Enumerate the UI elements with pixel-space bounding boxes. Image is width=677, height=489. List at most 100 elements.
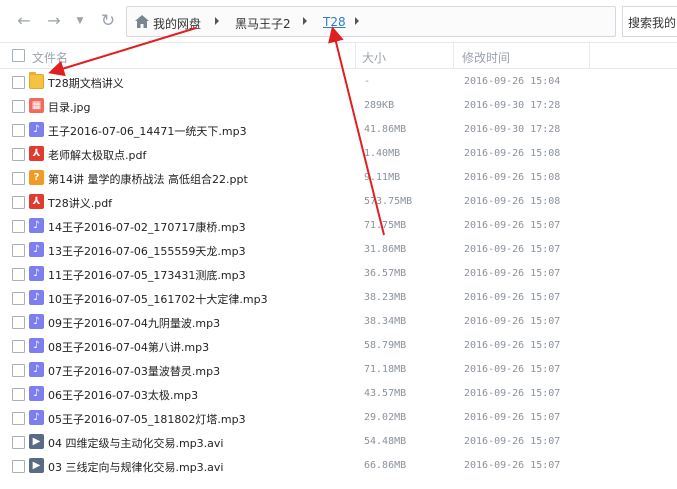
file-name[interactable]: 13王子2016-07-06_155559天龙.mp3 <box>48 243 246 259</box>
file-name[interactable]: 08王子2016-07-04第八讲.mp3 <box>48 339 209 355</box>
file-row[interactable]: T28期文档讲义 - 2016-09-26 15:04 <box>0 70 677 94</box>
row-checkbox[interactable] <box>12 412 25 425</box>
file-modified-date: 2016-09-26 15:08 <box>464 172 561 183</box>
audio-file-icon: ♪ <box>29 362 44 377</box>
file-size: 573.75MB <box>364 196 413 207</box>
file-modified-date: 2016-09-26 15:04 <box>464 76 561 87</box>
file-size: 54.48MB <box>364 436 407 447</box>
home-icon[interactable] <box>135 15 149 28</box>
file-row[interactable]: ▶ 03 三线定向与规律化交易.mp3.avi 66.86MB 2016-09-26 … <box>0 454 677 478</box>
file-row[interactable]: ▦ 目录.jpg 289KB 2016-09-30 17:28 <box>0 94 677 118</box>
file-row[interactable]: ⅄ 老师解太极取点.pdf 1.40MB 2016-09-26 15:08 <box>0 142 677 166</box>
file-name[interactable]: T28期文档讲义 <box>48 75 124 91</box>
ppt-file-icon: ? <box>29 170 44 185</box>
file-name[interactable]: 04 四维定级与主动化交易.mp3.avi <box>48 435 224 451</box>
file-modified-date: 2016-09-26 15:07 <box>464 388 561 399</box>
row-checkbox[interactable] <box>12 340 25 353</box>
file-name[interactable]: 老师解太极取点.pdf <box>48 147 146 163</box>
file-row[interactable]: ♪ 11王子2016-07-05_173431测底.mp3 36.57MB 2016-… <box>0 262 677 286</box>
row-checkbox[interactable] <box>12 244 25 257</box>
file-name[interactable]: 03 三线定向与规律化交易.mp3.avi <box>48 459 224 475</box>
file-row[interactable]: ♪ 07王子2016-07-03量波替灵.mp3 71.18MB 2016-09-26… <box>0 358 677 382</box>
file-row[interactable]: ? 第14讲 量学的康桥战法 高低组合22.ppt 9.11MB 2016-09-26… <box>0 166 677 190</box>
history-dropdown-icon[interactable]: ▼ <box>74 12 86 30</box>
row-checkbox[interactable] <box>12 268 25 281</box>
breadcrumb-item-my-drive[interactable]: 我的网盘 <box>153 15 201 32</box>
file-name[interactable]: 第14讲 量学的康桥战法 高低组合22.ppt <box>48 171 248 187</box>
column-divider[interactable] <box>589 43 590 69</box>
back-arrow-icon[interactable]: ← <box>14 12 34 30</box>
column-header-modified[interactable]: 修改时间 <box>462 49 510 66</box>
file-row[interactable]: ♪ 10王子2016-07-05_161702十大定律.mp3 38.23MB 201… <box>0 286 677 310</box>
file-modified-date: 2016-09-26 15:07 <box>464 244 561 255</box>
row-checkbox[interactable] <box>12 436 25 449</box>
file-name[interactable]: 09王子2016-07-04九阴量波.mp3 <box>48 315 220 331</box>
file-row[interactable]: ⅄ T28讲义.pdf 573.75MB 2016-09-26 15:08 <box>0 190 677 214</box>
file-size: 43.57MB <box>364 388 407 399</box>
file-modified-date: 2016-09-26 15:07 <box>464 460 561 471</box>
folder-icon <box>29 72 44 89</box>
row-checkbox[interactable] <box>12 100 25 113</box>
search-input[interactable]: 搜索我的 <box>622 6 677 37</box>
file-size: 71.18MB <box>364 364 407 375</box>
file-row[interactable]: ♪ 王子2016-07-06_14471一统天下.mp3 41.86MB 2016-0… <box>0 118 677 142</box>
file-name[interactable]: T28讲义.pdf <box>48 195 112 211</box>
file-row[interactable]: ♪ 09王子2016-07-04九阴量波.mp3 38.34MB 2016-09-26… <box>0 310 677 334</box>
row-checkbox[interactable] <box>12 220 25 233</box>
file-modified-date: 2016-09-26 15:07 <box>464 292 561 303</box>
column-divider[interactable] <box>355 43 356 69</box>
toolbar: ← → ▼ ↻ 我的网盘 黑马王子2 T28 搜索我的 <box>0 0 677 43</box>
file-size: - <box>364 76 371 87</box>
file-name[interactable]: 王子2016-07-06_14471一统天下.mp3 <box>48 123 247 139</box>
image-file-icon: ▦ <box>29 98 44 113</box>
audio-file-icon: ♪ <box>29 290 44 305</box>
breadcrumb-separator-icon[interactable] <box>355 17 359 25</box>
row-checkbox[interactable] <box>12 364 25 377</box>
file-name[interactable]: 06王子2016-07-03太极.mp3 <box>48 387 198 403</box>
select-all-checkbox[interactable] <box>12 49 25 62</box>
audio-file-icon: ♪ <box>29 266 44 281</box>
column-divider[interactable] <box>453 43 454 69</box>
file-size: 9.11MB <box>364 172 401 183</box>
video-file-icon: ▶ <box>29 458 44 473</box>
file-row[interactable]: ♪ 06王子2016-07-03太极.mp3 43.57MB 2016-09-26 1… <box>0 382 677 406</box>
file-modified-date: 2016-09-26 15:07 <box>464 220 561 231</box>
file-size: 66.86MB <box>364 460 407 471</box>
file-size: 1.40MB <box>364 148 401 159</box>
file-row[interactable]: ♪ 13王子2016-07-06_155559天龙.mp3 31.86MB 2016-… <box>0 238 677 262</box>
file-modified-date: 2016-09-26 15:07 <box>464 436 561 447</box>
row-checkbox[interactable] <box>12 388 25 401</box>
file-name[interactable]: 10王子2016-07-05_161702十大定律.mp3 <box>48 291 268 307</box>
file-row[interactable]: ♪ 08王子2016-07-04第八讲.mp3 58.79MB 2016-09-26 … <box>0 334 677 358</box>
file-row[interactable]: ♪ 14王子2016-07-02_170717康桥.mp3 71.75MB 2016-… <box>0 214 677 238</box>
file-name[interactable]: 05王子2016-07-05_181802灯塔.mp3 <box>48 411 246 427</box>
breadcrumb-item-folder[interactable]: 黑马王子2 <box>235 15 291 32</box>
file-list-header: 文件名 大小 修改时间 <box>0 43 677 69</box>
row-checkbox[interactable] <box>12 292 25 305</box>
audio-file-icon: ♪ <box>29 314 44 329</box>
row-checkbox[interactable] <box>12 76 25 89</box>
file-size: 58.79MB <box>364 340 407 351</box>
file-row[interactable]: ♪ 05王子2016-07-05_181802灯塔.mp3 29.02MB 2016-… <box>0 406 677 430</box>
file-row[interactable]: ▶ 04 四维定级与主动化交易.mp3.avi 54.48MB 2016-09-26 … <box>0 430 677 454</box>
row-checkbox[interactable] <box>12 148 25 161</box>
pdf-file-icon: ⅄ <box>29 194 44 209</box>
forward-arrow-icon[interactable]: → <box>44 12 64 30</box>
file-modified-date: 2016-09-26 15:07 <box>464 364 561 375</box>
column-header-size[interactable]: 大小 <box>362 49 386 66</box>
row-checkbox[interactable] <box>12 316 25 329</box>
file-name[interactable]: 目录.jpg <box>48 99 91 115</box>
row-checkbox[interactable] <box>12 172 25 185</box>
column-header-name[interactable]: 文件名 <box>32 49 68 66</box>
breadcrumb-item-current[interactable]: T28 <box>323 15 346 29</box>
file-name[interactable]: 11王子2016-07-05_173431测底.mp3 <box>48 267 246 283</box>
pdf-file-icon: ⅄ <box>29 146 44 161</box>
file-name[interactable]: 14王子2016-07-02_170717康桥.mp3 <box>48 219 246 235</box>
refresh-icon[interactable]: ↻ <box>98 12 118 30</box>
row-checkbox[interactable] <box>12 196 25 209</box>
breadcrumb-separator-icon <box>215 17 219 25</box>
row-checkbox[interactable] <box>12 124 25 137</box>
row-checkbox[interactable] <box>12 460 25 473</box>
file-name[interactable]: 07王子2016-07-03量波替灵.mp3 <box>48 363 220 379</box>
file-size: 289KB <box>364 100 395 111</box>
